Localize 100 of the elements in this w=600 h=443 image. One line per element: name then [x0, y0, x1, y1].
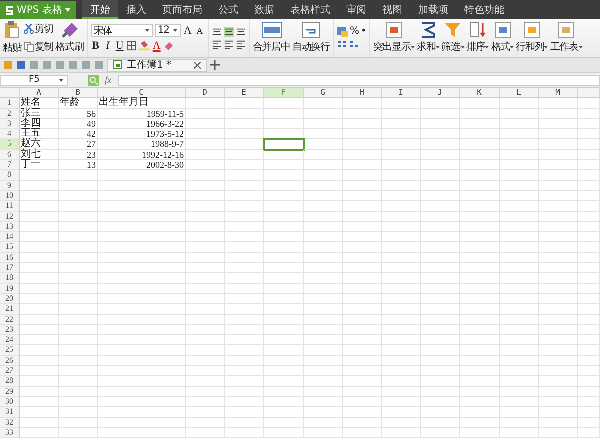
- row-header[interactable]: 31: [0, 407, 20, 418]
- format-painter-button[interactable]: 格式刷: [56, 22, 84, 54]
- row-header[interactable]: 33: [0, 428, 20, 438]
- row-header[interactable]: 30: [0, 396, 20, 408]
- eraser-icon[interactable]: [164, 41, 174, 51]
- row-header[interactable]: 27: [0, 366, 20, 376]
- row-header[interactable]: 18: [0, 273, 20, 284]
- column-header[interactable]: I: [382, 88, 421, 98]
- grow-font-button[interactable]: A: [182, 24, 193, 36]
- currency-icon[interactable]: [337, 26, 348, 36]
- align-icon[interactable]: [212, 40, 222, 50]
- column-header[interactable]: A: [20, 88, 59, 98]
- comma-style-button[interactable]: •: [360, 26, 366, 37]
- row-header[interactable]: 24: [0, 335, 20, 346]
- italic-button[interactable]: I: [102, 40, 113, 52]
- row-header[interactable]: 8: [0, 170, 20, 181]
- column-header[interactable]: G: [304, 88, 343, 98]
- ribbon-tool-button[interactable]: 筛选: [442, 22, 464, 54]
- search-icon[interactable]: [88, 74, 99, 86]
- ribbon-tool-button[interactable]: 工作表: [550, 22, 583, 54]
- paste-button[interactable]: 粘贴: [3, 21, 22, 55]
- row-header[interactable]: 16: [0, 252, 20, 264]
- align-icon[interactable]: [212, 26, 222, 36]
- font-size-select[interactable]: 12: [154, 24, 181, 37]
- row-header[interactable]: 29: [0, 386, 20, 397]
- row-header[interactable]: 7: [0, 160, 20, 170]
- menu-tab[interactable]: 开始: [82, 0, 118, 19]
- row-header[interactable]: 25: [0, 345, 20, 356]
- align-icon[interactable]: [224, 26, 234, 36]
- menu-tab[interactable]: 视图: [374, 0, 410, 19]
- app-menu-button[interactable]: WPS 表格: [0, 1, 76, 19]
- close-icon[interactable]: [194, 62, 201, 68]
- menu-tab[interactable]: 公式: [210, 0, 246, 19]
- font-name-select[interactable]: 宋体: [90, 24, 153, 37]
- table-cell: 1988-9-7: [98, 139, 186, 150]
- formula-input[interactable]: [118, 74, 600, 86]
- column-header[interactable]: D: [186, 88, 225, 98]
- row-header[interactable]: 23: [0, 324, 20, 336]
- underline-button[interactable]: U: [114, 40, 125, 52]
- row-header[interactable]: 21: [0, 304, 20, 315]
- column-header[interactable]: E: [225, 88, 264, 98]
- ribbon-tool-button[interactable]: 求和: [416, 22, 440, 54]
- borders-icon[interactable]: [126, 41, 137, 51]
- row-header[interactable]: 11: [0, 201, 20, 212]
- copy-button[interactable]: 复制: [24, 40, 54, 54]
- percent-style-button[interactable]: %: [350, 26, 359, 37]
- sigma-icon: [420, 22, 436, 38]
- row-header[interactable]: 3: [0, 118, 20, 130]
- column-header[interactable]: L: [500, 88, 539, 98]
- column-header[interactable]: K: [460, 88, 500, 98]
- column-header[interactable]: J: [421, 88, 460, 98]
- clipboard-icon: [4, 21, 20, 39]
- function-button[interactable]: fx: [105, 75, 112, 85]
- row-header[interactable]: 6: [0, 150, 20, 160]
- bold-button[interactable]: B: [90, 40, 101, 52]
- document-tab[interactable]: 工作簿1 *: [107, 58, 207, 72]
- ribbon-tool-button[interactable]: 格式: [491, 22, 514, 54]
- menu-tab[interactable]: 审阅: [338, 0, 374, 19]
- row-header[interactable]: 14: [0, 232, 20, 242]
- font-color-button[interactable]: A: [152, 40, 162, 52]
- row-header[interactable]: 4: [0, 129, 20, 140]
- shrink-font-button[interactable]: A: [194, 24, 205, 36]
- row-header[interactable]: 17: [0, 263, 20, 274]
- row-header[interactable]: 13: [0, 222, 20, 232]
- menu-tab[interactable]: 页面布局: [154, 0, 210, 19]
- align-icon[interactable]: [236, 40, 246, 50]
- row-header[interactable]: 26: [0, 356, 20, 366]
- fill-color-icon[interactable]: [138, 41, 150, 51]
- row-header[interactable]: 22: [0, 314, 20, 325]
- row-header[interactable]: 19: [0, 284, 20, 294]
- table-cell: 丁一: [20, 160, 59, 170]
- ribbon-tool-button[interactable]: 行和列: [516, 22, 548, 54]
- ribbon-tool-button[interactable]: 排序: [466, 22, 490, 54]
- menu-tab[interactable]: 表格样式: [282, 0, 338, 19]
- column-header[interactable]: M: [539, 88, 578, 98]
- row-header[interactable]: 15: [0, 242, 20, 253]
- column-header[interactable]: H: [343, 88, 382, 98]
- row-header[interactable]: 2: [0, 108, 20, 119]
- align-icon[interactable]: [224, 40, 234, 50]
- wrap-text-button[interactable]: 自动换行: [292, 22, 330, 54]
- align-icon[interactable]: [236, 26, 246, 36]
- row-header[interactable]: 28: [0, 376, 20, 387]
- name-box[interactable]: F5: [0, 74, 68, 86]
- decrease-decimal-icon[interactable]: [349, 40, 360, 50]
- add-tab-icon[interactable]: [210, 60, 220, 70]
- ribbon-tool-button[interactable]: 突出显示: [373, 22, 415, 54]
- menu-tab[interactable]: 加载项: [410, 0, 456, 19]
- row-header[interactable]: 32: [0, 418, 20, 428]
- merge-center-button[interactable]: 合并居中: [252, 22, 290, 54]
- table-cell: 李四: [20, 118, 59, 130]
- menu-tab[interactable]: 数据: [246, 0, 282, 19]
- row-header[interactable]: 9: [0, 180, 20, 191]
- menu-tab[interactable]: 插入: [118, 0, 154, 19]
- row-header[interactable]: 1: [0, 98, 20, 109]
- menu-tab[interactable]: 特色功能: [456, 0, 512, 19]
- increase-decimal-icon[interactable]: [337, 40, 348, 50]
- row-header[interactable]: 10: [0, 190, 20, 202]
- row-header[interactable]: 12: [0, 212, 20, 222]
- row-header[interactable]: 20: [0, 294, 20, 304]
- cut-button[interactable]: 剪切: [24, 22, 54, 36]
